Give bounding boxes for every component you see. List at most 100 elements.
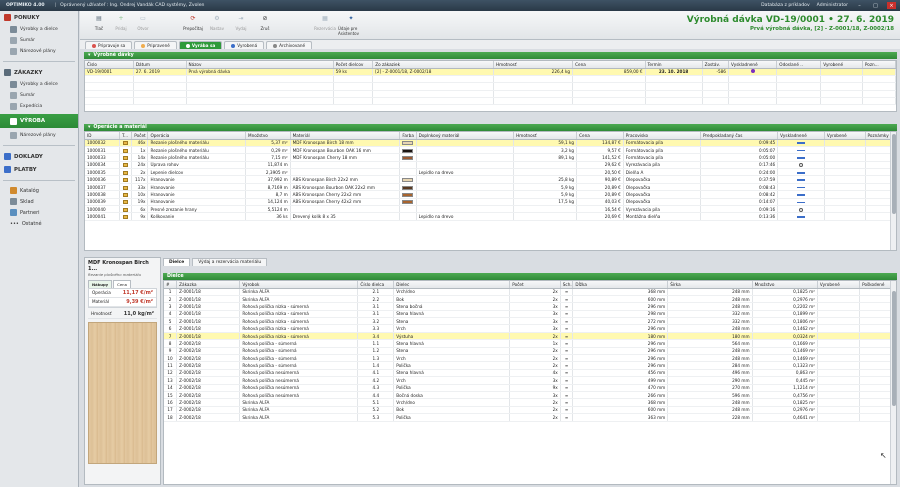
column-header[interactable]: ID: [85, 132, 121, 140]
column-header[interactable]: Vyrobené: [820, 61, 863, 69]
operation-row[interactable]: 1000037 33x Hranovanie 8,7169 m ABS Kronospa…: [85, 183, 896, 192]
operation-row[interactable]: 1000031 1x Rezanie plošného materiálu 0,29 …: [85, 146, 896, 155]
sidebar-item-offer-summary[interactable]: Sumár: [0, 35, 78, 46]
operation-row[interactable]: 1000034 24x Úprava rohov 11,874 m 29,62 € Vyr…: [85, 161, 896, 170]
scheme-icon[interactable]: ≡: [565, 289, 568, 294]
status-tab-3[interactable]: Vyrobená: [224, 41, 265, 49]
sidebar-item-offer-cutting-plans[interactable]: Nárezové plány: [0, 46, 78, 57]
column-header[interactable]: Číslo: [85, 61, 134, 69]
column-header[interactable]: Hmotnosť: [513, 132, 578, 140]
sidebar-item-production-cutting-plans[interactable]: Nárezové plány: [0, 130, 78, 141]
scheme-icon[interactable]: ≡: [565, 370, 568, 375]
part-row[interactable]: 15 Z-0002/18 Rohová polička nesúmerná 4.4 Bo…: [164, 391, 896, 400]
close-icon[interactable]: ×: [887, 2, 896, 9]
part-row[interactable]: 13 Z-0002/18 Rohová polička nesúmerná 4.2 Vr…: [164, 376, 896, 385]
collapse-icon[interactable]: ▾: [88, 53, 90, 58]
scheme-icon[interactable]: ≡: [565, 378, 568, 383]
sidebar-item-order-products[interactable]: Výrobky a dielce: [0, 79, 78, 90]
column-header[interactable]: T...: [119, 132, 133, 140]
sidebar-item-catalog[interactable]: Katalóg: [0, 185, 78, 196]
sidebar-item-warehouse[interactable]: Sklad: [0, 196, 78, 207]
sidebar-item-partners[interactable]: Partneri: [0, 207, 78, 218]
maximize-icon[interactable]: □: [871, 2, 880, 9]
database-selector[interactable]: Databáza z príkladov: [761, 3, 810, 8]
part-row[interactable]: 1 Z-0001/18 Skrinka ALFA 2.1 Vrch/dno 2x ≡ 368 …: [164, 288, 896, 296]
column-header[interactable]: Termín: [645, 61, 703, 69]
scheme-icon[interactable]: ≡: [565, 326, 568, 331]
status-tab-1[interactable]: Pripravené: [134, 41, 177, 49]
sidebar-item-offer-products[interactable]: Výrobky a dielce: [0, 24, 78, 35]
minimize-icon[interactable]: –: [855, 2, 864, 9]
operation-row[interactable]: 1000040 6x Presné zrezanie hrany 5,5124 m 16…: [85, 205, 896, 214]
part-row[interactable]: 14 Z-0002/18 Rohová polička nesúmerná 4.3 Po…: [164, 384, 896, 392]
sidebar-item-order-summary[interactable]: Sumár: [0, 90, 78, 101]
status-tab-0[interactable]: Pripravuje sa: [85, 41, 133, 49]
toolbar-button-4[interactable]: ⚙ Nastav: [204, 13, 230, 31]
scheme-icon[interactable]: ≡: [565, 311, 568, 316]
parts-scrollbar[interactable]: [890, 281, 896, 484]
column-header[interactable]: Počet dielcov: [333, 61, 374, 69]
column-header[interactable]: Vyrobené: [817, 281, 861, 289]
column-header[interactable]: Výrobok: [239, 281, 359, 289]
column-header[interactable]: Počet: [509, 281, 561, 289]
scheme-icon[interactable]: ≡: [565, 319, 568, 324]
scheme-icon[interactable]: ≡: [565, 415, 568, 420]
part-row[interactable]: 10 Z-0002/18 Rohová polička - súmerná 1.3 Vr…: [164, 354, 896, 363]
column-header[interactable]: Materiál: [290, 132, 401, 140]
scheme-icon[interactable]: ≡: [565, 356, 568, 361]
scheme-icon[interactable]: ≡: [565, 304, 568, 309]
scheme-icon[interactable]: ≡: [565, 400, 568, 405]
toolbar-button-8[interactable]: ✦ Údaje pre Asistentov: [338, 13, 364, 36]
operation-row[interactable]: 1000032 46x Rezanie plošného materiálu 5,37…: [85, 139, 896, 147]
column-header[interactable]: Cena: [572, 61, 646, 69]
sidebar-item-other[interactable]: ••• Ostatné: [0, 218, 78, 229]
part-row[interactable]: 6 Z-0001/18 Rohová polička nízka - súmerná…: [164, 324, 896, 333]
operation-row[interactable]: 1000035 2x Lepenie dielcov 2,3905 m² Lepidlo…: [85, 168, 896, 177]
sidebar-group-zakazky[interactable]: ZÁKAZKY: [0, 66, 78, 79]
column-header[interactable]: Odoslané ..: [776, 61, 822, 69]
toolbar-button-7[interactable]: ▦ Rezervácia: [312, 13, 338, 31]
tab-price[interactable]: Cena: [113, 280, 131, 288]
toolbar-button-6[interactable]: ⊘ Zruš: [252, 13, 278, 31]
column-header[interactable]: Vyskladnené: [728, 61, 778, 69]
column-header[interactable]: Zákazka: [176, 281, 241, 289]
tab-material-issue[interactable]: Výdaj a rezervácia materiálu: [192, 258, 268, 266]
scheme-icon[interactable]: ≡: [565, 407, 568, 412]
part-row[interactable]: 16 Z-0002/18 Skrinka ALFA 5.1 Vrch/dno 2x ≡ 368…: [164, 398, 896, 407]
part-row[interactable]: 12 Z-0002/18 Rohová polička nesúmerná 4.1 St…: [164, 369, 896, 378]
operation-row[interactable]: 1000033 14x Rezanie plošného materiálu 7,15…: [85, 153, 896, 162]
scheme-icon[interactable]: ≡: [565, 363, 568, 368]
scheme-icon[interactable]: ≡: [565, 385, 568, 390]
column-header[interactable]: Pracovisko: [623, 132, 701, 140]
part-row[interactable]: 2 Z-0001/18 Skrinka ALFA 2.2 Bok 2x ≡ 600 mm 248…: [164, 295, 896, 304]
toolbar-button-3[interactable]: ⟳ Prepočítaj: [180, 13, 206, 31]
part-row[interactable]: 17 Z-0002/18 Skrinka ALFA 5.2 Bok 2x ≡ 600 mm 24…: [164, 406, 896, 415]
tab-purchases[interactable]: Nákupy: [88, 280, 113, 288]
column-header[interactable]: Šírka: [667, 281, 753, 289]
column-header[interactable]: Pozn...: [862, 61, 896, 69]
column-header[interactable]: Vyrobené: [824, 132, 866, 140]
scheme-icon[interactable]: ≡: [565, 341, 568, 346]
operation-row[interactable]: 1000039 19x Hranovanie 14,124 m ABS Kronospa…: [85, 198, 896, 207]
column-header[interactable]: Dátum: [133, 61, 187, 69]
operation-row[interactable]: 1000041 9x Kolíkovanie 36 ks Drevený kolík 8…: [85, 212, 896, 221]
column-header[interactable]: Dielec: [393, 281, 511, 289]
column-header[interactable]: Cena: [576, 132, 624, 140]
column-header[interactable]: Dĺžka: [572, 281, 669, 289]
column-header[interactable]: Vyskladnené: [777, 132, 825, 140]
status-tab-4[interactable]: Archivované: [266, 41, 313, 49]
part-row[interactable]: 3 Z-0001/18 Rohová polička nízka - súmerná…: [164, 302, 896, 311]
operation-row[interactable]: 1000036 117x Hranovanie 37,992 m ABS Kronosp…: [85, 175, 896, 184]
part-row[interactable]: 7 Z-0001/18 Rohová polička nízka - súmerná…: [164, 332, 896, 341]
status-tab-2[interactable]: Vyrába sa: [178, 41, 223, 49]
column-header[interactable]: Počet: [131, 132, 149, 140]
column-header[interactable]: Zostáv.: [702, 61, 729, 69]
operations-scrollbar[interactable]: [890, 132, 896, 250]
part-row[interactable]: 5 Z-0001/18 Rohová polička nízka - súmerná…: [164, 317, 896, 326]
column-header[interactable]: Hmotnosť: [493, 61, 574, 69]
part-row[interactable]: 18 Z-0002/18 Skrinka ALFA 5.3 Polička 2x ≡ 363 …: [164, 413, 896, 422]
column-header[interactable]: Predpokladaný čas: [700, 132, 779, 140]
column-header[interactable]: Zo zákaziek: [372, 61, 494, 69]
sidebar-group-platby[interactable]: PLATBY: [0, 163, 78, 176]
column-header[interactable]: Množstvo: [245, 132, 291, 140]
